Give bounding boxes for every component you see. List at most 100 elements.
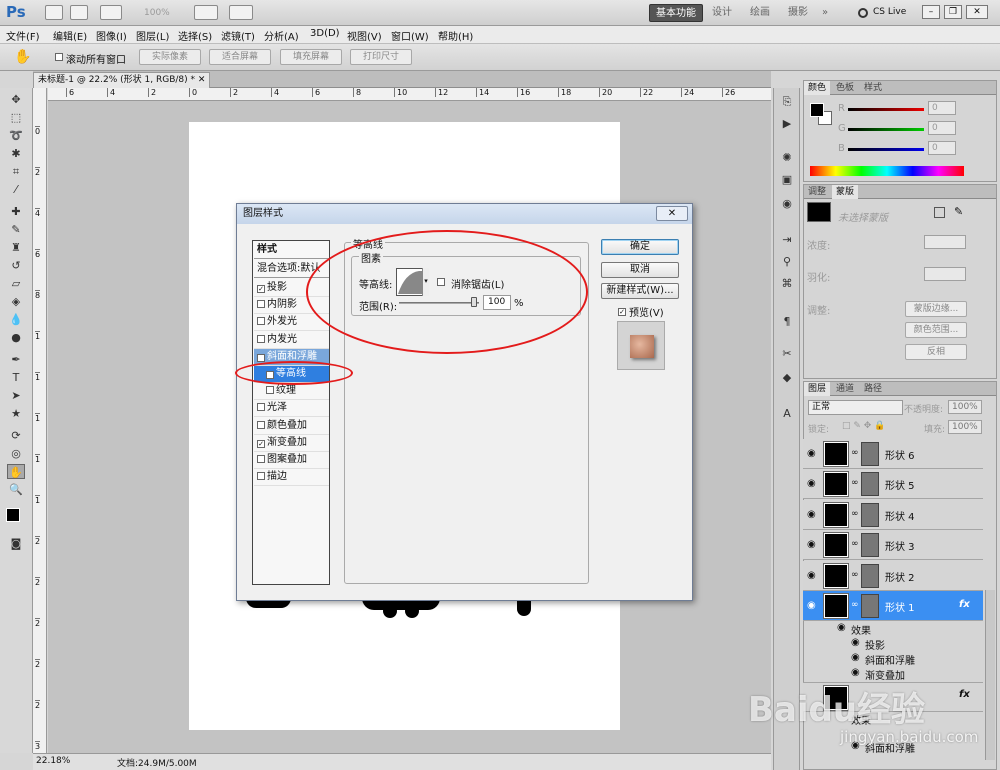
menu-select[interactable]: 选择(S): [178, 28, 212, 43]
tab-color[interactable]: 颜色: [804, 81, 831, 95]
menu-analysis[interactable]: 分析(A): [264, 28, 299, 43]
eraser-tool-icon[interactable]: ▱: [7, 276, 25, 291]
style-item-checkbox[interactable]: [257, 420, 265, 429]
hand-tool-icon[interactable]: ✋: [14, 49, 31, 65]
effect-bevel[interactable]: ◉ 斜面和浮雕: [803, 652, 983, 667]
lock-icons[interactable]: □ ✎ ✥ 🔒: [842, 421, 885, 431]
history-brush-tool-icon[interactable]: ↺: [7, 258, 25, 273]
layer-row[interactable]: ◉ ∞ 形状 3: [803, 530, 983, 560]
tab-layers[interactable]: 图层: [804, 382, 831, 396]
style-item-9[interactable]: ✓ 渐变叠加: [254, 435, 329, 452]
fill-screen-button[interactable]: 填充屏幕: [280, 49, 342, 65]
effect-eye-icon[interactable]: ◉: [851, 667, 860, 678]
layer-row[interactable]: ◉ ∞ 形状 5: [803, 469, 983, 499]
adjustments-icon[interactable]: ✺: [779, 150, 795, 165]
blend-mode-select[interactable]: 正常: [808, 400, 903, 415]
brush-presets-icon[interactable]: ⌘: [779, 276, 795, 291]
style-item-11[interactable]: 描边: [254, 469, 329, 487]
style-item-6[interactable]: 纹理: [254, 383, 329, 401]
style-item-checkbox[interactable]: ✓: [257, 285, 265, 293]
workspace-photography[interactable]: 摄影: [782, 4, 814, 22]
channel-r-slider[interactable]: [848, 108, 924, 111]
density-field[interactable]: [924, 235, 966, 249]
document-tab[interactable]: 未标题-1 @ 22.2% (形状 1, RGB/8) * ✕: [33, 72, 211, 88]
crop-tool-icon[interactable]: ⌗: [7, 164, 25, 179]
ok-button[interactable]: 确定: [601, 239, 679, 255]
move-tool-icon[interactable]: ✥: [7, 92, 25, 107]
restore-button[interactable]: ❐: [944, 5, 962, 19]
lasso-tool-icon[interactable]: ➰: [7, 128, 25, 143]
image-icon[interactable]: ▣: [779, 172, 795, 187]
more-workspaces-icon[interactable]: »: [816, 4, 834, 22]
fit-screen-button[interactable]: 适合屏幕: [209, 49, 271, 65]
history-icon[interactable]: ⎘: [779, 94, 795, 109]
effect-eye-icon[interactable]: ◉: [851, 652, 860, 663]
print-size-button[interactable]: 打印尺寸: [350, 49, 412, 65]
new-style-button[interactable]: 新建样式(W)...: [601, 283, 679, 299]
feather-field[interactable]: [924, 267, 966, 281]
style-item-8[interactable]: 颜色叠加: [254, 418, 329, 435]
channel-g-value[interactable]: 0: [928, 121, 956, 135]
layer-row[interactable]: ◉ ∞ 形状 6: [803, 439, 983, 469]
path-select-tool-icon[interactable]: ➤: [7, 388, 25, 403]
paint-bucket-tool-icon[interactable]: ◈: [7, 294, 25, 309]
type-tool-icon[interactable]: T: [7, 370, 25, 385]
quick-select-tool-icon[interactable]: ✱: [7, 146, 25, 161]
menu-filter[interactable]: 滤镜(T): [221, 28, 255, 43]
zoom-tool-icon[interactable]: 🔍: [7, 482, 25, 497]
layer-row[interactable]: ◉ ∞ 形状 4: [803, 500, 983, 530]
workspace-painting[interactable]: 绘画: [744, 4, 776, 22]
close-app-button[interactable]: ✕: [966, 5, 988, 19]
cancel-button[interactable]: 取消: [601, 262, 679, 278]
hand-tool-icon[interactable]: ✋: [7, 464, 25, 479]
workspace-essentials[interactable]: 基本功能: [649, 4, 703, 22]
layer-visibility-eye-icon[interactable]: ◉: [807, 509, 816, 520]
dodge-tool-icon[interactable]: ●: [7, 330, 25, 345]
pixel-mask-icon[interactable]: [934, 207, 945, 218]
menu-view[interactable]: 视图(V): [347, 28, 382, 43]
view-extras-icon[interactable]: [100, 5, 122, 20]
tab-paths[interactable]: 路径: [860, 382, 886, 396]
minibridge-icon[interactable]: [70, 5, 88, 20]
menu-image[interactable]: 图像(I): [96, 28, 127, 43]
effects-group[interactable]: ◉ 效果: [803, 622, 983, 637]
menu-layer[interactable]: 图层(L): [136, 28, 169, 43]
style-item-checkbox[interactable]: [266, 386, 274, 395]
style-item-checkbox[interactable]: [257, 300, 265, 309]
clone-source-icon[interactable]: ⚲: [779, 254, 795, 269]
effects-eye-icon[interactable]: ◉: [837, 622, 846, 633]
style-item-checkbox[interactable]: [257, 472, 265, 481]
bridge-icon[interactable]: [45, 5, 63, 20]
layer-visibility-eye-icon[interactable]: ◉: [807, 448, 816, 459]
color-range-button[interactable]: 颜色范围...: [905, 322, 967, 338]
tab-masks[interactable]: 蒙版: [832, 185, 859, 199]
layer-row[interactable]: ◉ ∞ 形状 1 fx: [803, 591, 983, 621]
layer-visibility-eye-icon[interactable]: ◉: [807, 600, 816, 611]
style-item-checkbox[interactable]: [257, 334, 265, 343]
style-item-checkbox[interactable]: ✓: [257, 439, 265, 448]
style-item-checkbox[interactable]: ✓: [257, 353, 265, 362]
menu-file[interactable]: 文件(F): [6, 28, 40, 43]
tab-styles[interactable]: 样式: [860, 81, 886, 95]
zoom-level[interactable]: 100%: [144, 8, 170, 18]
style-item-3[interactable]: 内发光: [254, 332, 329, 349]
3d-orbit-tool-icon[interactable]: ◎: [7, 446, 25, 461]
layer-visibility-eye-icon[interactable]: ◉: [807, 539, 816, 550]
channel-b-slider[interactable]: [848, 148, 924, 151]
scroll-all-checkbox[interactable]: [55, 52, 65, 63]
fill-field[interactable]: 100%: [948, 420, 982, 434]
cslive-label[interactable]: CS Live: [873, 7, 906, 17]
pen-tool-icon[interactable]: ✒: [7, 352, 25, 367]
channel-b-value[interactable]: 0: [928, 141, 956, 155]
foreground-color-swatch[interactable]: [6, 508, 20, 522]
brush-tool-icon[interactable]: ✎: [7, 222, 25, 237]
effect-eye-icon[interactable]: ◉: [851, 637, 860, 648]
3d-rotate-tool-icon[interactable]: ⟳: [7, 428, 25, 443]
opacity-field[interactable]: 100%: [948, 400, 982, 414]
styles-header[interactable]: 样式: [254, 242, 329, 259]
invert-button[interactable]: 反相: [905, 344, 967, 360]
style-item-checkbox[interactable]: [257, 403, 265, 412]
style-item-checkbox[interactable]: [257, 317, 265, 326]
menu-help[interactable]: 帮助(H): [438, 28, 473, 43]
arrange-documents-icon[interactable]: [194, 5, 218, 20]
